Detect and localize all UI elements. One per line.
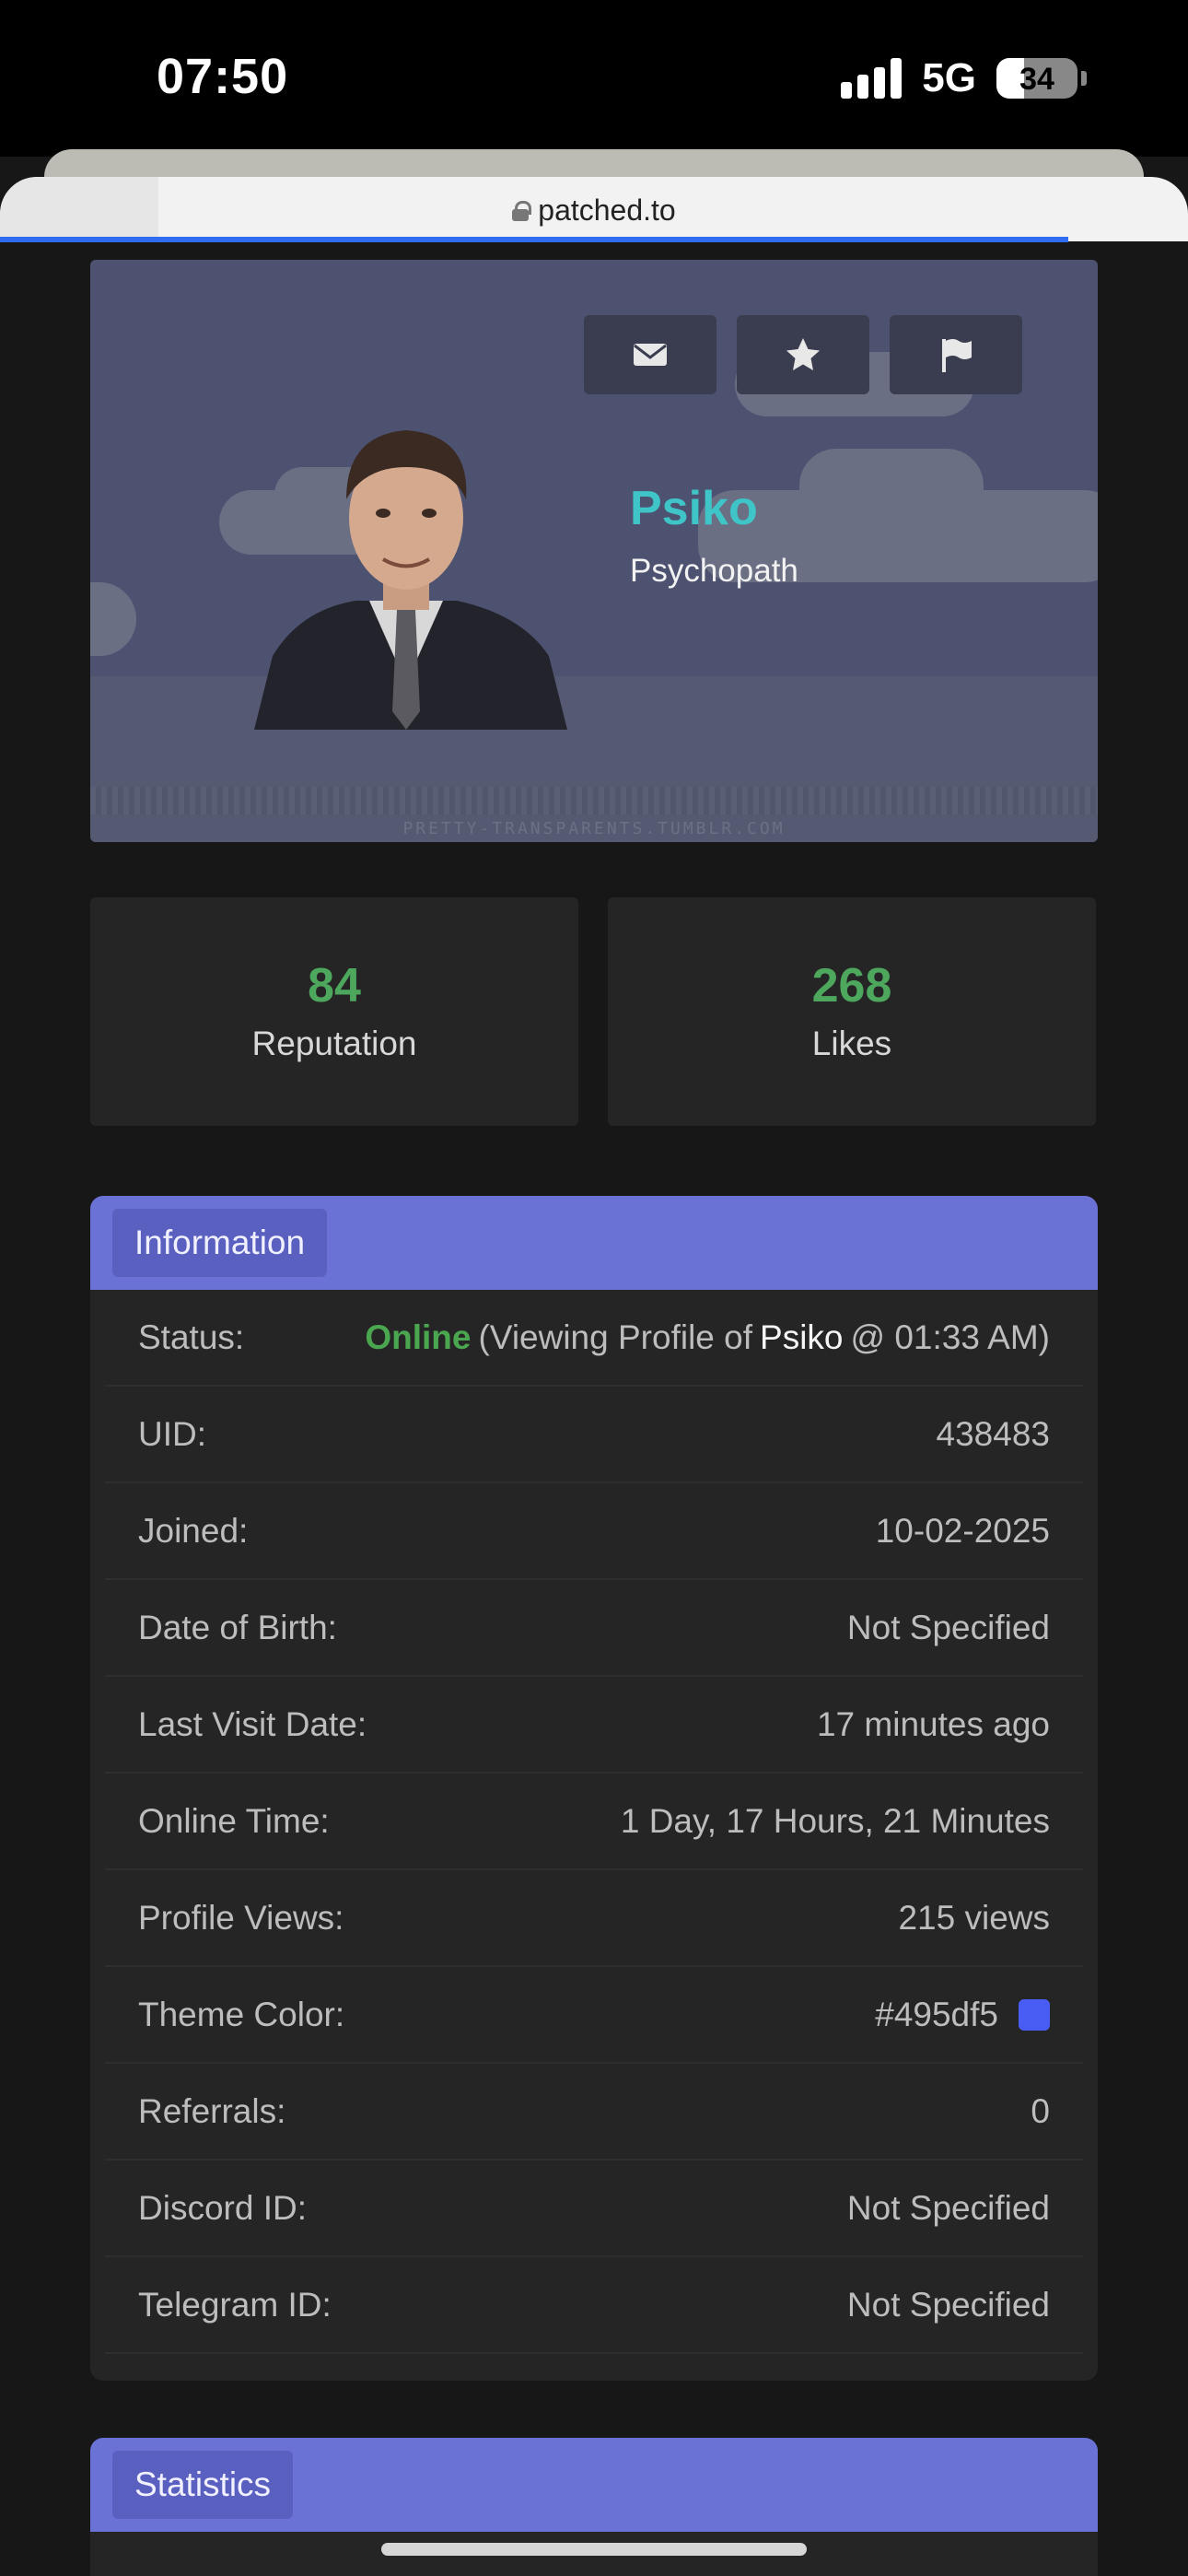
cloud-decoration (799, 449, 984, 532)
cloud-decoration (90, 582, 136, 656)
star-icon (786, 338, 820, 370)
status-indicators: 5G 34 (841, 55, 1087, 101)
profile-username: Psiko (630, 482, 758, 535)
info-label: Online Time: (138, 1801, 330, 1840)
information-heading: Information (112, 1209, 328, 1277)
info-row-theme-color: Theme Color: #495df5 (105, 1967, 1083, 2064)
info-value: Not Specified (846, 1608, 1050, 1646)
battery-icon: 34 (996, 58, 1077, 99)
info-row-uid: UID: 438483 (105, 1387, 1083, 1483)
info-label: UID: (138, 1414, 206, 1453)
report-user-button[interactable] (890, 315, 1022, 394)
signal-icon (841, 58, 903, 99)
avatar[interactable] (245, 380, 567, 730)
info-value: Not Specified (846, 2188, 1050, 2227)
info-label: Joined: (138, 1511, 249, 1550)
profile-banner: PRETTY-TRANSPARENTS.TUMBLR.COM Psiko Psy… (90, 260, 1098, 842)
info-label: Date of Birth: (138, 1608, 337, 1646)
reputation-card[interactable]: 84 Reputation (90, 897, 578, 1126)
url-text[interactable]: patched.to (538, 193, 675, 228)
banner-ground (90, 676, 1098, 842)
battery-tip (1081, 71, 1087, 86)
theme-color-value: #495df5 (875, 1995, 998, 2033)
statistics-header: Statistics (90, 2438, 1098, 2532)
information-header: Information (90, 1196, 1098, 1290)
info-row-referrals: Referrals: 0 (105, 2064, 1083, 2160)
information-panel: Information Status: Online (Viewing Prof… (90, 1196, 1098, 2381)
send-message-button[interactable] (584, 315, 716, 394)
battery-level: 34 (1019, 62, 1054, 97)
banner-dither (90, 787, 1098, 814)
home-indicator[interactable] (381, 2543, 807, 2556)
info-row-birthday: Date of Birth: Not Specified (105, 1580, 1083, 1677)
info-value: 17 minutes ago (816, 1704, 1050, 1743)
network-type: 5G (922, 55, 976, 100)
page-load-progress (0, 237, 1068, 242)
info-row-discord: Discord ID: Not Specified (105, 2160, 1083, 2257)
theme-color-swatch (1019, 1998, 1050, 2031)
info-label: Profile Views: (138, 1898, 344, 1937)
profile-user-title: Psychopath (630, 553, 798, 589)
likes-card[interactable]: 268 Likes (608, 897, 1096, 1126)
info-label: Last Visit Date: (138, 1704, 367, 1743)
info-value: 1 Day, 17 Hours, 21 Minutes (620, 1801, 1050, 1840)
activity-suffix: @ 01:33 AM) (850, 1317, 1051, 1356)
info-value: 438483 (936, 1414, 1050, 1453)
info-value: Not Specified (846, 2285, 1050, 2324)
likes-label: Likes (811, 1025, 892, 1062)
info-value: 10-02-2025 (875, 1511, 1050, 1550)
statistics-heading: Statistics (112, 2451, 294, 2519)
status-label: Status: (138, 1317, 245, 1356)
add-buddy-button[interactable] (737, 315, 869, 394)
online-status: Online (365, 1317, 472, 1356)
info-label: Telegram ID: (138, 2285, 332, 2324)
profile-page: 07:50 5G 34 patched.to PRETTY-TRANSPAREN… (0, 0, 1188, 2576)
status-time: 07:50 (157, 49, 289, 104)
flag-icon (942, 339, 972, 372)
info-label: Discord ID: (138, 2188, 307, 2227)
mail-icon (634, 344, 667, 366)
likes-value: 268 (811, 959, 892, 1013)
info-row-profile-views: Profile Views: 215 views (105, 1870, 1083, 1967)
address-bar[interactable]: patched.to (0, 177, 1188, 241)
lock-icon (512, 200, 532, 221)
info-row-joined: Joined: 10-02-2025 (105, 1483, 1083, 1580)
reputation-label: Reputation (251, 1025, 417, 1062)
referrals-link[interactable]: 0 (1031, 2092, 1050, 2131)
status-row: Status: Online (Viewing Profile of Psiko… (105, 1290, 1083, 1387)
ios-status-bar: 07:50 5G 34 (0, 0, 1188, 157)
info-label: Referrals: (138, 2091, 286, 2130)
banner-watermark: PRETTY-TRANSPARENTS.TUMBLR.COM (402, 819, 786, 838)
info-value: 215 views (898, 1898, 1050, 1937)
reputation-value: 84 (308, 959, 361, 1013)
info-row-online-time: Online Time: 1 Day, 17 Hours, 21 Minutes (105, 1774, 1083, 1870)
info-label: Theme Color: (138, 1995, 345, 2033)
activity-prefix: (Viewing Profile of (478, 1317, 753, 1356)
info-row-telegram: Telegram ID: Not Specified (105, 2257, 1083, 2354)
info-row-last-visit: Last Visit Date: 17 minutes ago (105, 1677, 1083, 1774)
activity-user-link[interactable]: Psiko (760, 1318, 843, 1357)
